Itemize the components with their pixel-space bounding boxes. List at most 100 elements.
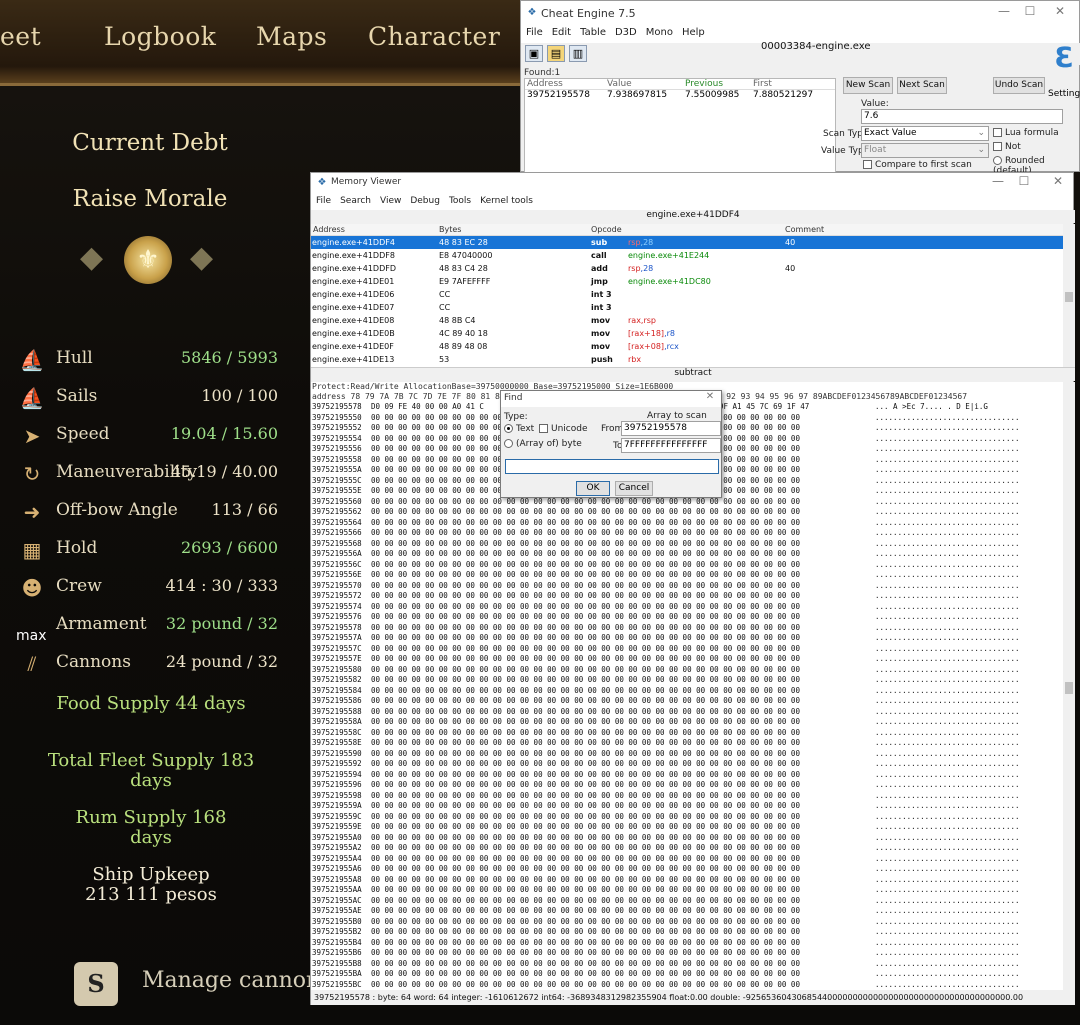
hex-row-bytes: 00 00 00 00 00 00 00 00 00 00 00 00 00 0… (371, 549, 800, 558)
col-first[interactable]: First (753, 79, 772, 89)
hex-row-bytes: 00 00 00 00 00 00 00 00 00 00 00 00 00 0… (371, 727, 800, 737)
menu-d3d[interactable]: D3D (615, 27, 637, 38)
open-file-icon[interactable]: ▤ (547, 45, 565, 62)
tab-maps[interactable]: Maps (256, 22, 327, 51)
menu-table[interactable]: Table (580, 27, 606, 38)
settings-link[interactable]: Settings (1048, 89, 1080, 99)
text-radio[interactable]: Text (504, 424, 534, 434)
manage-cannons-icon[interactable]: S (74, 962, 118, 1006)
cheat-engine-titlebar[interactable]: ❖ Cheat Engine 7.5 — ☐ ✕ (521, 1, 1079, 27)
minimize-button[interactable]: — (985, 174, 1011, 188)
value-type-select[interactable]: Float ⌄ (861, 143, 989, 158)
to-input[interactable]: 7FFFFFFFFFFFFFFF (621, 438, 721, 453)
close-button[interactable]: ✕ (1045, 174, 1071, 188)
col-opcode[interactable]: Opcode (591, 225, 622, 234)
cancel-button[interactable]: Cancel (615, 481, 653, 496)
menu-kernel-tools[interactable]: Kernel tools (480, 196, 533, 206)
col-bytes[interactable]: Bytes (439, 225, 461, 234)
armament-icon: max (16, 611, 48, 644)
next-arrow-icon[interactable]: ◆ (190, 240, 213, 275)
checkbox-box[interactable] (993, 128, 1002, 137)
menu-edit[interactable]: Edit (552, 27, 571, 38)
previous-arrow-icon[interactable]: ◆ (80, 240, 103, 275)
tab-logbook[interactable]: Logbook (104, 22, 216, 51)
checkbox-box[interactable] (539, 424, 548, 433)
scrollbar-thumb[interactable] (1065, 292, 1073, 302)
value-input[interactable]: 7.6 (861, 109, 1063, 124)
col-comment[interactable]: Comment (785, 225, 824, 234)
col-value[interactable]: Value (607, 79, 632, 89)
disassembly-row[interactable]: engine.exe+41DDFD 48 83 C4 28 add rsp,28 40 (311, 262, 1063, 275)
opcode: int 3 (591, 303, 612, 312)
disassembly-row[interactable]: engine.exe+41DE01 E9 7AFEFFFF jmp engine.ex… (311, 275, 1063, 288)
ship-upkeep-line1: Ship Upkeep (92, 864, 210, 885)
col-address[interactable]: Address (313, 225, 345, 234)
disassembly-row[interactable]: engine.exe+41DE08 48 8B C4 mov rax,rsp (311, 314, 1063, 327)
ok-button[interactable]: OK (576, 481, 610, 496)
raise-morale-button[interactable]: Raise Morale (0, 186, 300, 212)
row-address: engine.exe+41DE13 (312, 355, 395, 364)
save-icon[interactable]: ▥ (569, 45, 587, 62)
next-scan-button[interactable]: Next Scan (897, 77, 947, 94)
disassembly-row[interactable]: engine.exe+41DE07 CC int 3 (311, 301, 1063, 314)
find-titlebar[interactable]: Find ✕ (501, 391, 721, 407)
disassembler-scrollbar[interactable] (1063, 224, 1075, 367)
undo-scan-button[interactable]: Undo Scan (993, 77, 1045, 94)
scrollbar-thumb[interactable] (1065, 682, 1073, 694)
memory-viewer-titlebar[interactable]: ❖ Memory Viewer — ☐ ✕ (311, 173, 1073, 193)
maximize-button[interactable]: ☐ (1011, 174, 1037, 188)
disassembler-view[interactable]: Address Bytes Opcode Comment engine.exe+… (311, 224, 1063, 367)
array-of-byte-radio[interactable]: (Array of) byte (504, 439, 582, 449)
disassembly-row[interactable]: engine.exe+41DDF4 48 83 EC 28 sub rsp,28 40 (311, 236, 1063, 249)
radio-circle[interactable] (993, 156, 1002, 165)
new-scan-button[interactable]: New Scan (843, 77, 893, 94)
menu-tools[interactable]: Tools (449, 196, 471, 206)
menu-view[interactable]: View (380, 196, 401, 206)
row-comment: 40 (785, 238, 796, 247)
checkbox-box[interactable] (993, 142, 1002, 151)
minimize-button[interactable]: — (991, 4, 1017, 18)
memory-viewer-app-icon: ❖ (317, 177, 327, 188)
compare-first-checkbox[interactable]: Compare to first scan (863, 160, 972, 170)
hex-row-ascii: ................................ (875, 685, 1020, 695)
disassembly-row[interactable]: engine.exe+41DE0F 48 89 48 08 mov [rax+08],… (311, 340, 1063, 353)
fleur-de-lis-emblem-icon[interactable]: ⚜ (124, 236, 172, 284)
open-process-icon[interactable]: ▣ (525, 45, 543, 62)
lua-formula-checkbox[interactable]: Lua formula (993, 128, 1059, 138)
checkbox-box[interactable] (863, 160, 872, 169)
close-button[interactable]: ✕ (697, 391, 723, 402)
radio-circle[interactable] (504, 439, 513, 448)
scan-type-select[interactable]: Exact Value ⌄ (861, 126, 989, 141)
menu-debug[interactable]: Debug (410, 196, 440, 206)
disassembly-row[interactable]: engine.exe+41DDF8 E8 47040000 call engine.e… (311, 249, 1063, 262)
tab-character[interactable]: Character (368, 22, 500, 51)
scan-results-list[interactable]: Address Value Previous First 39752195578… (524, 78, 836, 174)
manage-cannons-button[interactable]: Manage cannon (142, 968, 320, 993)
current-debt-button[interactable]: Current Debt (0, 130, 300, 156)
scan-result-row[interactable]: 39752195578 7.938697815 7.55009985 7.880… (525, 90, 835, 101)
close-button[interactable]: ✕ (1047, 4, 1073, 18)
hex-row-address: 3975219558C (312, 727, 362, 737)
unicode-checkbox[interactable]: Unicode (539, 424, 588, 434)
disassembly-row[interactable]: engine.exe+41DE06 CC int 3 (311, 288, 1063, 301)
from-input[interactable]: 39752195578 (621, 421, 721, 436)
menu-search[interactable]: Search (340, 196, 371, 206)
not-checkbox[interactable]: Not (993, 142, 1021, 152)
tab-fleet[interactable]: eet (0, 22, 41, 51)
hex-row-ascii: ................................ (875, 423, 1020, 432)
radio-circle[interactable] (504, 424, 513, 433)
menu-file[interactable]: File (526, 27, 543, 38)
cheat-engine-logo-icon[interactable]: ℇ (1048, 41, 1078, 75)
menu-mono[interactable]: Mono (646, 27, 673, 38)
hex-row-ascii: ................................ (875, 822, 1020, 831)
stat-label: Armament (56, 614, 147, 634)
col-address[interactable]: Address (527, 79, 563, 89)
disassembly-row[interactable]: engine.exe+41DE0B 4C 89 40 18 mov [rax+18],… (311, 327, 1063, 340)
col-previous[interactable]: Previous (685, 79, 723, 89)
menu-help[interactable]: Help (682, 27, 705, 38)
maximize-button[interactable]: ☐ (1017, 4, 1043, 18)
disassembly-row[interactable]: engine.exe+41DE13 53 push rbx (311, 353, 1063, 366)
menu-file[interactable]: File (316, 196, 331, 206)
hex-scrollbar[interactable] (1063, 382, 1075, 990)
search-input[interactable] (505, 459, 719, 474)
